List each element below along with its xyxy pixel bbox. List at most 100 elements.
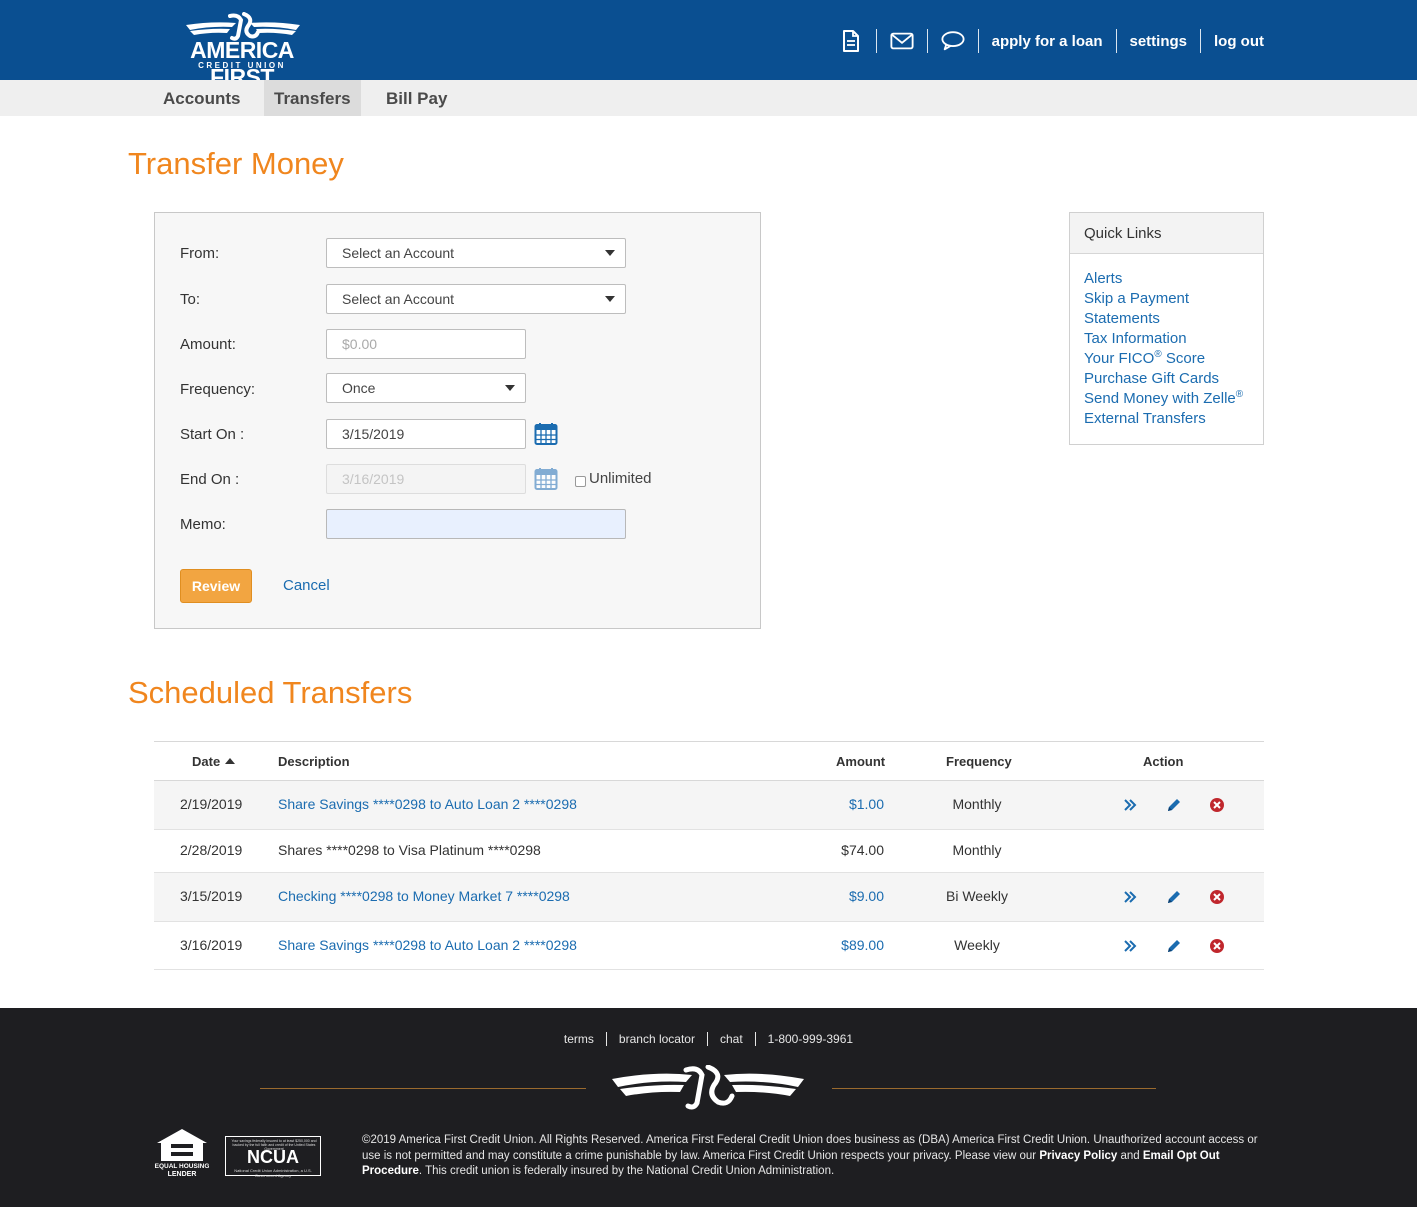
america-first-logo[interactable]: AMERICA FIRST CREDIT UNION — [156, 12, 328, 90]
row-frequency: Weekly — [954, 937, 1000, 953]
edit-icon[interactable] — [1166, 938, 1182, 954]
row-amount-link[interactable]: $1.00 — [784, 796, 884, 812]
svg-text:LENDER: LENDER — [168, 1171, 197, 1178]
date-column-header[interactable]: Date — [192, 754, 236, 769]
nav-divider — [977, 29, 979, 53]
chat-icon[interactable] — [941, 29, 965, 53]
memo-label: Memo: — [180, 516, 226, 533]
quick-links-title: Quick Links — [1070, 213, 1263, 254]
settings-link[interactable]: settings — [1130, 33, 1188, 50]
branch-locator-link[interactable]: branch locator — [619, 1032, 695, 1046]
row-description-link[interactable]: Share Savings ****0298 to Auto Loan 2 **… — [278, 796, 577, 812]
quick-link-zelle[interactable]: Send Money with Zelle® — [1084, 389, 1263, 409]
row-date: 2/28/2019 — [180, 842, 243, 858]
table-row: 3/15/2019 Checking ****0298 to Money Mar… — [154, 873, 1264, 922]
edit-icon[interactable] — [1166, 889, 1182, 905]
quick-link-fico-score[interactable]: Your FICO® Score — [1084, 349, 1263, 369]
footer-divider-line — [260, 1088, 586, 1089]
quick-link-external-transfers[interactable]: External Transfers — [1084, 409, 1263, 429]
quick-link-alerts[interactable]: Alerts — [1084, 269, 1263, 289]
row-frequency: Bi Weekly — [946, 888, 1008, 904]
row-date: 3/16/2019 — [180, 937, 243, 953]
footer-divider — [754, 1032, 756, 1046]
chat-link[interactable]: chat — [720, 1032, 743, 1046]
ncua-logo: Your savings federally insured to at lea… — [225, 1136, 321, 1178]
phone-link[interactable]: 1-800-999-3961 — [768, 1032, 853, 1046]
row-date: 3/15/2019 — [180, 888, 243, 904]
delete-icon[interactable] — [1209, 889, 1225, 905]
row-description-link[interactable]: Share Savings ****0298 to Auto Loan 2 **… — [278, 937, 577, 953]
unlimited-checkbox[interactable] — [575, 476, 586, 487]
terms-link[interactable]: terms — [564, 1032, 594, 1046]
amount-column-header: Amount — [836, 754, 886, 769]
from-account-value: Select an Account — [342, 245, 455, 261]
quick-link-gift-cards[interactable]: Purchase Gift Cards — [1084, 369, 1263, 389]
start-date-input[interactable]: 3/15/2019 — [326, 419, 526, 449]
tab-transfers[interactable]: Transfers — [264, 80, 361, 116]
footer-links: terms branch locator chat 1-800-999-3961 — [0, 1032, 1417, 1046]
nav-divider — [1115, 29, 1117, 53]
top-nav: apply for a loan settings log out — [839, 28, 1264, 54]
quick-links-panel: Quick Links Alerts Skip a Payment Statem… — [1069, 212, 1264, 445]
row-description-link[interactable]: Checking ****0298 to Money Market 7 ****… — [278, 888, 570, 904]
frequency-value: Once — [342, 380, 376, 396]
quick-link-label: Send Money with Zelle — [1084, 390, 1236, 407]
privacy-policy-link[interactable]: Privacy Policy — [1039, 1150, 1117, 1162]
table-header: Date Description Amount Frequency Action — [154, 741, 1264, 781]
skip-icon[interactable] — [1122, 938, 1138, 954]
row-frequency: Monthly — [952, 842, 1002, 858]
footer-divider — [706, 1032, 708, 1046]
frequency-select[interactable]: Once — [326, 373, 526, 403]
to-label: To: — [180, 291, 201, 308]
legal-text: . This credit union is federally insured… — [418, 1165, 835, 1177]
logout-link[interactable]: log out — [1214, 33, 1264, 50]
review-button[interactable]: Review — [180, 569, 252, 603]
equal-housing-lender-logo: EQUAL HOUSING LENDER — [155, 1129, 209, 1178]
from-label: From: — [180, 245, 220, 262]
unlimited-label: Unlimited — [589, 470, 652, 487]
footer-divider-line — [832, 1088, 1156, 1089]
action-column-header: Action — [1143, 754, 1184, 769]
calendar-icon[interactable] — [534, 422, 558, 446]
registered-mark: ® — [1235, 389, 1244, 400]
row-frequency: Monthly — [952, 796, 1002, 812]
table-row: 2/19/2019 Share Savings ****0298 to Auto… — [154, 781, 1264, 830]
skip-icon[interactable] — [1122, 889, 1138, 905]
nav-divider — [875, 29, 877, 53]
delete-icon[interactable] — [1209, 797, 1225, 813]
end-date-input[interactable]: 3/16/2019 — [326, 464, 526, 494]
row-amount-link[interactable]: $89.00 — [784, 937, 884, 953]
document-icon[interactable] — [839, 29, 863, 53]
row-date: 2/19/2019 — [180, 796, 243, 812]
apply-for-loan-link[interactable]: apply for a loan — [992, 33, 1103, 50]
delete-icon[interactable] — [1209, 938, 1225, 954]
page-title: Transfer Money — [128, 146, 344, 181]
chevron-down-icon — [505, 385, 515, 391]
nav-divider — [1200, 29, 1202, 53]
top-header: AMERICA FIRST CREDIT UNION apply for a l… — [0, 0, 1417, 90]
tab-bill-pay[interactable]: Bill Pay — [376, 80, 457, 116]
start-on-label: Start On : — [180, 426, 245, 443]
chevron-down-icon — [605, 296, 615, 302]
memo-input[interactable] — [326, 509, 626, 539]
registered-mark: ® — [1154, 349, 1162, 360]
quick-link-tax-information[interactable]: Tax Information — [1084, 329, 1263, 349]
skip-icon[interactable] — [1122, 797, 1138, 813]
legal-text: and — [1117, 1149, 1143, 1162]
scheduled-transfers-title: Scheduled Transfers — [128, 675, 413, 710]
tab-accounts[interactable]: Accounts — [153, 80, 250, 116]
row-amount-link[interactable]: $9.00 — [784, 888, 884, 904]
edit-icon[interactable] — [1166, 797, 1182, 813]
footer: terms branch locator chat 1-800-999-3961… — [0, 1008, 1417, 1207]
quick-link-statements[interactable]: Statements — [1084, 309, 1263, 329]
date-header-label: Date — [192, 754, 221, 769]
mail-icon[interactable] — [890, 29, 914, 53]
table-row: 3/16/2019 Share Savings ****0298 to Auto… — [154, 922, 1264, 970]
to-account-select[interactable]: Select an Account — [326, 284, 626, 314]
from-account-select[interactable]: Select an Account — [326, 238, 626, 268]
cancel-button[interactable]: Cancel — [283, 577, 330, 594]
table-row: 2/28/2019 Shares ****0298 to Visa Platin… — [154, 830, 1264, 873]
amount-input[interactable]: $0.00 — [326, 329, 526, 359]
quick-link-skip-payment[interactable]: Skip a Payment — [1084, 289, 1263, 309]
calendar-icon[interactable] — [534, 467, 558, 491]
